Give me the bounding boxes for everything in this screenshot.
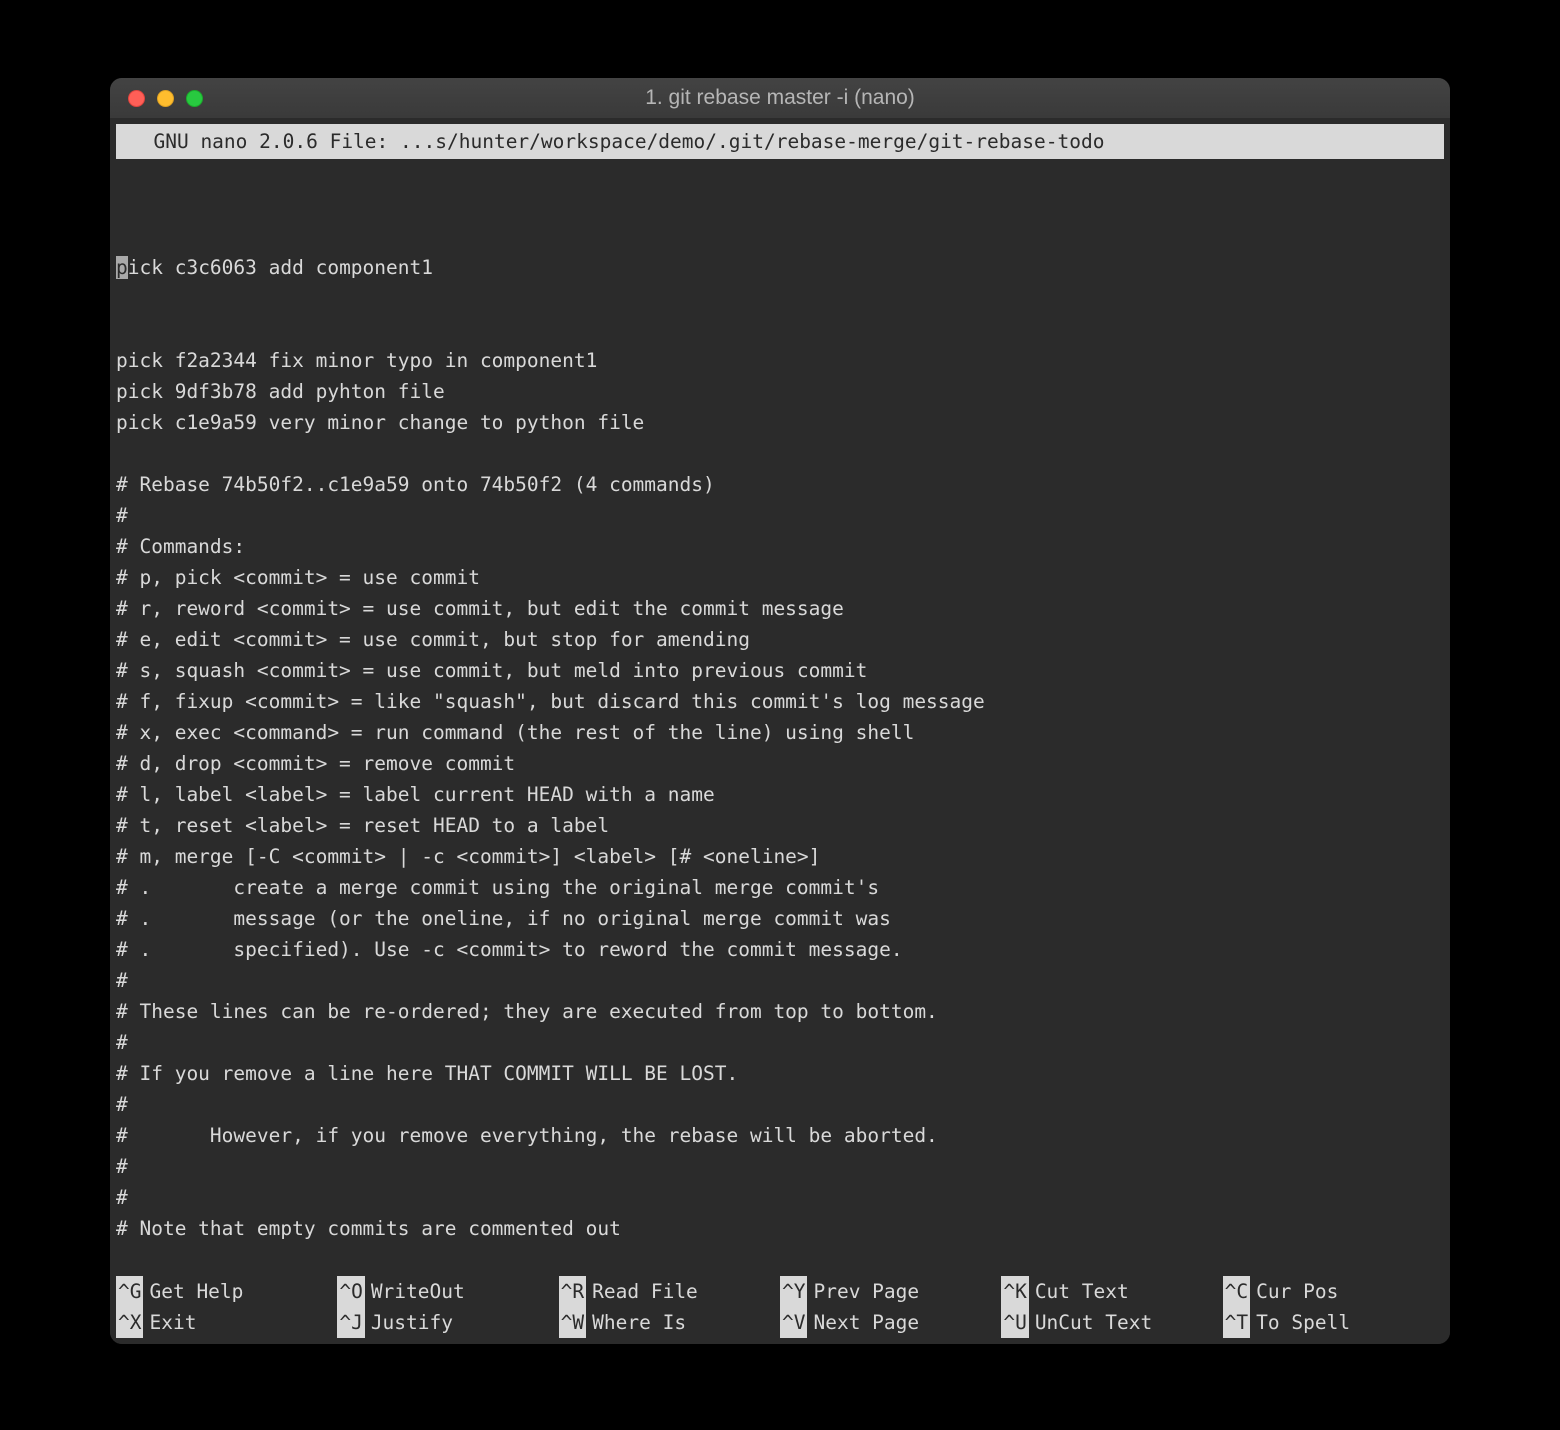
editor-line[interactable]: # <box>116 1182 1444 1213</box>
editor-line[interactable]: # <box>116 1027 1444 1058</box>
shortcut-key: ^O <box>337 1276 364 1307</box>
editor-line[interactable]: # d, drop <commit> = remove commit <box>116 748 1444 779</box>
shortcut-label: Read File <box>586 1276 698 1307</box>
shortcut-label: Exit <box>143 1307 196 1338</box>
editor-line[interactable]: # <box>116 965 1444 996</box>
editor-line[interactable]: # l, label <label> = label current HEAD … <box>116 779 1444 810</box>
shortcut-label: Get Help <box>143 1276 243 1307</box>
editor-line[interactable]: # p, pick <commit> = use commit <box>116 562 1444 593</box>
shortcut-key: ^T <box>1223 1307 1250 1338</box>
shortcut-item: ^UUnCut Text <box>1001 1307 1222 1338</box>
editor-line[interactable]: # r, reword <commit> = use commit, but e… <box>116 593 1444 624</box>
shortcut-label: Cut Text <box>1029 1276 1129 1307</box>
shortcut-item: ^TTo Spell <box>1223 1307 1444 1338</box>
shortcut-item: ^OWriteOut <box>337 1276 558 1307</box>
editor-line[interactable]: # . create a merge commit using the orig… <box>116 872 1444 903</box>
shortcut-label: WriteOut <box>365 1276 465 1307</box>
shortcut-item: ^CCur Pos <box>1223 1276 1444 1307</box>
editor-body[interactable]: pick c3c6063 add component1 pick f2a2344… <box>110 190 1450 1306</box>
shortcut-label: Next Page <box>807 1307 919 1338</box>
terminal-area[interactable]: GNU nano 2.0.6 File: ...s/hunter/workspa… <box>110 124 1450 1344</box>
shortcut-item: ^XExit <box>116 1307 337 1338</box>
shortcut-key: ^U <box>1001 1307 1028 1338</box>
nano-file-path: ...s/hunter/workspace/demo/.git/rebase-m… <box>400 130 1104 153</box>
editor-line-1-rest: ick c3c6063 add component1 <box>128 256 433 279</box>
editor-line[interactable]: # . message (or the oneline, if no origi… <box>116 903 1444 934</box>
shortcut-key: ^W <box>559 1307 586 1338</box>
editor-line[interactable]: # . specified). Use -c <commit> to rewor… <box>116 934 1444 965</box>
shortcut-key: ^V <box>780 1307 807 1338</box>
terminal-window: 1. git rebase master -i (nano) GNU nano … <box>110 78 1450 1344</box>
traffic-lights <box>128 90 203 107</box>
cursor: p <box>116 256 128 279</box>
shortcut-item: ^VNext Page <box>780 1307 1001 1338</box>
shortcut-key: ^X <box>116 1307 143 1338</box>
shortcut-label: UnCut Text <box>1029 1307 1152 1338</box>
shortcut-key: ^C <box>1223 1276 1250 1307</box>
editor-line[interactable] <box>116 438 1444 469</box>
shortcut-item: ^WWhere Is <box>559 1307 780 1338</box>
editor-line-1[interactable]: pick c3c6063 add component1 <box>116 252 1444 283</box>
shortcut-item: ^RRead File <box>559 1276 780 1307</box>
shortcut-key: ^J <box>337 1307 364 1338</box>
editor-line[interactable]: # Rebase 74b50f2..c1e9a59 onto 74b50f2 (… <box>116 469 1444 500</box>
editor-line[interactable]: # <box>116 1089 1444 1120</box>
shortcut-key: ^R <box>559 1276 586 1307</box>
editor-line[interactable]: # Note that empty commits are commented … <box>116 1213 1444 1244</box>
shortcut-label: Justify <box>365 1307 453 1338</box>
editor-line[interactable]: # s, squash <commit> = use commit, but m… <box>116 655 1444 686</box>
close-icon[interactable] <box>128 90 145 107</box>
shortcuts-bar: ^GGet Help^OWriteOut^RRead File^YPrev Pa… <box>116 1276 1444 1338</box>
shortcut-item: ^YPrev Page <box>780 1276 1001 1307</box>
shortcut-key: ^Y <box>780 1276 807 1307</box>
nano-header: GNU nano 2.0.6 File: ...s/hunter/workspa… <box>116 124 1444 159</box>
shortcut-key: ^G <box>116 1276 143 1307</box>
shortcut-item: ^GGet Help <box>116 1276 337 1307</box>
editor-line[interactable]: # <box>116 1151 1444 1182</box>
shortcut-item: ^JJustify <box>337 1307 558 1338</box>
editor-line[interactable]: # f, fixup <commit> = like "squash", but… <box>116 686 1444 717</box>
editor-line[interactable]: # <box>116 500 1444 531</box>
window-title: 1. git rebase master -i (nano) <box>110 86 1450 110</box>
shortcut-label: Where Is <box>586 1307 686 1338</box>
editor-line[interactable]: # If you remove a line here THAT COMMIT … <box>116 1058 1444 1089</box>
titlebar: 1. git rebase master -i (nano) <box>110 78 1450 118</box>
nano-header-prefix: GNU nano 2.0.6 File: <box>130 130 400 153</box>
editor-line[interactable]: pick f2a2344 fix minor typo in component… <box>116 345 1444 376</box>
shortcut-label: To Spell <box>1250 1307 1350 1338</box>
shortcut-key: ^K <box>1001 1276 1028 1307</box>
editor-line[interactable]: # t, reset <label> = reset HEAD to a lab… <box>116 810 1444 841</box>
shortcut-label: Prev Page <box>807 1276 919 1307</box>
editor-line[interactable]: # e, edit <commit> = use commit, but sto… <box>116 624 1444 655</box>
minimize-icon[interactable] <box>157 90 174 107</box>
shortcut-item: ^KCut Text <box>1001 1276 1222 1307</box>
editor-line[interactable]: pick 9df3b78 add pyhton file <box>116 376 1444 407</box>
editor-line[interactable]: pick c1e9a59 very minor change to python… <box>116 407 1444 438</box>
editor-line[interactable]: # These lines can be re-ordered; they ar… <box>116 996 1444 1027</box>
editor-line[interactable]: # However, if you remove everything, the… <box>116 1120 1444 1151</box>
editor-line[interactable]: # m, merge [-C <commit> | -c <commit>] <… <box>116 841 1444 872</box>
shortcut-label: Cur Pos <box>1250 1276 1338 1307</box>
maximize-icon[interactable] <box>186 90 203 107</box>
editor-line[interactable]: # Commands: <box>116 531 1444 562</box>
editor-line[interactable]: # x, exec <command> = run command (the r… <box>116 717 1444 748</box>
